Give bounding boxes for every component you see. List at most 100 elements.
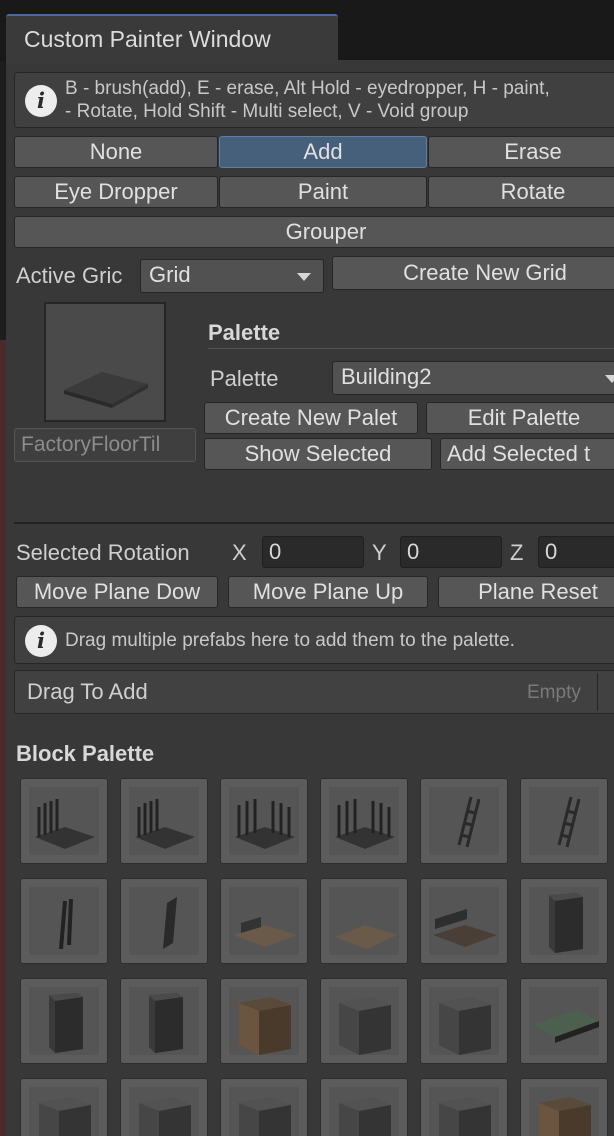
mode-eyedropper-button[interactable]: Eye Dropper xyxy=(14,176,218,208)
block-palette-item[interactable] xyxy=(520,778,608,864)
create-new-palette-button[interactable]: Create New Palet xyxy=(204,402,418,434)
rotation-x-field[interactable]: 0 xyxy=(262,536,364,568)
box-cube-icon xyxy=(329,1087,399,1136)
left-edge xyxy=(0,340,6,1136)
corner-bench-icon xyxy=(429,887,499,955)
box-cube-icon xyxy=(329,987,399,1055)
block-palette-item[interactable] xyxy=(220,978,308,1064)
railing-floor-icon xyxy=(129,787,199,855)
window-tab[interactable]: Custom Painter Window xyxy=(6,14,338,64)
railing-floor-icon xyxy=(29,787,99,855)
wall-panel-icon xyxy=(129,887,199,955)
prefab-preview xyxy=(44,302,166,422)
block-palette-item[interactable] xyxy=(420,778,508,864)
grid-dropdown[interactable]: Grid xyxy=(140,259,324,293)
block-palette-item[interactable] xyxy=(220,1078,308,1136)
box-tall-icon xyxy=(529,887,599,955)
block-palette-item[interactable] xyxy=(520,1078,608,1136)
box-cube-icon xyxy=(429,1087,499,1136)
add-selected-button[interactable]: Add Selected t xyxy=(440,438,614,470)
chevron-down-icon xyxy=(605,375,614,383)
palette-header: Palette xyxy=(208,320,281,345)
move-plane-up-button[interactable]: Move Plane Up xyxy=(228,576,428,608)
block-palette-item[interactable] xyxy=(420,878,508,964)
mode-paint-button[interactable]: Paint xyxy=(219,176,427,208)
block-palette-item[interactable] xyxy=(420,1078,508,1136)
rotation-z-label: Z xyxy=(510,540,524,565)
block-palette-item[interactable] xyxy=(320,878,408,964)
block-palette-item[interactable] xyxy=(120,778,208,864)
palette-dropdown-value: Building2 xyxy=(341,364,432,389)
railing-corner-icon xyxy=(329,787,399,855)
drag-to-add-area[interactable]: Drag To Add Empty xyxy=(14,670,614,714)
show-selected-button[interactable]: Show Selected xyxy=(204,438,432,470)
mode-none-button[interactable]: None xyxy=(14,136,218,168)
mode-add-button[interactable]: Add xyxy=(219,136,427,168)
edit-palette-button[interactable]: Edit Palette xyxy=(426,402,614,434)
box-tall-icon xyxy=(29,987,99,1055)
block-palette-item[interactable] xyxy=(20,778,108,864)
box-brick-icon xyxy=(529,1087,599,1136)
drag-area-divider xyxy=(597,673,598,711)
rotation-y-label: Y xyxy=(372,540,387,565)
ladder-icon xyxy=(529,787,599,855)
section-divider xyxy=(14,522,614,524)
box-tall-icon xyxy=(129,987,199,1055)
palette-label: Palette xyxy=(210,366,279,391)
active-grid-label: Active Gric xyxy=(16,263,123,288)
box-cube-icon xyxy=(129,1087,199,1136)
info-icon: i xyxy=(25,625,57,657)
ladder-icon xyxy=(429,787,499,855)
rotation-z-field[interactable]: 0 xyxy=(538,536,614,568)
block-palette-item[interactable] xyxy=(420,978,508,1064)
block-palette-item[interactable] xyxy=(520,878,608,964)
block-palette-item[interactable] xyxy=(20,978,108,1064)
shortcuts-line-1: B - brush(add), E - erase, Alt Hold - ey… xyxy=(65,78,550,99)
block-palette-item[interactable] xyxy=(320,1078,408,1136)
block-palette-item[interactable] xyxy=(20,878,108,964)
block-palette-item[interactable] xyxy=(220,878,308,964)
create-new-grid-button[interactable]: Create New Grid xyxy=(332,256,614,290)
selected-rotation-label: Selected Rotation xyxy=(16,540,190,565)
block-palette-item[interactable] xyxy=(320,978,408,1064)
mode-erase-button[interactable]: Erase xyxy=(428,136,614,168)
info-icon: i xyxy=(25,85,57,117)
palette-header-divider xyxy=(208,348,614,349)
block-palette-item[interactable] xyxy=(520,978,608,1064)
grid-dropdown-value: Grid xyxy=(149,262,191,287)
mode-grouper-button[interactable]: Grouper xyxy=(14,216,614,248)
shortcuts-help-box: i B - brush(add), E - erase, Alt Hold - … xyxy=(14,72,614,128)
plane-reset-button[interactable]: Plane Reset xyxy=(438,576,614,608)
drag-help-text: Drag multiple prefabs here to add them t… xyxy=(65,630,515,651)
box-cube-icon xyxy=(29,1087,99,1136)
block-palette-item[interactable] xyxy=(20,1078,108,1136)
block-palette-item[interactable] xyxy=(320,778,408,864)
mode-rotate-button[interactable]: Rotate xyxy=(428,176,614,208)
block-palette-item[interactable] xyxy=(120,1078,208,1136)
pillar-thin-icon xyxy=(29,887,99,955)
floor-tile-preview-icon xyxy=(64,372,148,408)
floor-tile-icon xyxy=(329,887,399,955)
block-palette-header: Block Palette xyxy=(16,741,155,766)
stair-floor-icon xyxy=(229,887,299,955)
box-cube-icon xyxy=(429,987,499,1055)
block-palette-grid xyxy=(20,778,614,1136)
chevron-down-icon xyxy=(297,273,311,281)
drag-to-add-label: Drag To Add xyxy=(27,679,148,704)
box-brick-icon xyxy=(229,987,299,1055)
box-cube-icon xyxy=(229,1087,299,1136)
shortcuts-line-2: - Rotate, Hold Shift - Multi select, V -… xyxy=(65,101,469,122)
palette-dropdown[interactable]: Building2 xyxy=(332,361,614,395)
railing-corner-icon xyxy=(229,787,299,855)
prefab-name-field: FactoryFloorTil xyxy=(14,428,196,462)
rotation-x-label: X xyxy=(232,540,247,565)
block-palette-item[interactable] xyxy=(220,778,308,864)
block-palette-item[interactable] xyxy=(120,878,208,964)
block-palette-item[interactable] xyxy=(120,978,208,1064)
conveyor-icon xyxy=(529,987,599,1055)
drag-to-add-status: Empty xyxy=(527,682,581,703)
window-title: Custom Painter Window xyxy=(24,26,271,52)
rotation-y-field[interactable]: 0 xyxy=(400,536,502,568)
drag-help-box: i Drag multiple prefabs here to add them… xyxy=(14,616,614,664)
move-plane-down-button[interactable]: Move Plane Dow xyxy=(16,576,218,608)
